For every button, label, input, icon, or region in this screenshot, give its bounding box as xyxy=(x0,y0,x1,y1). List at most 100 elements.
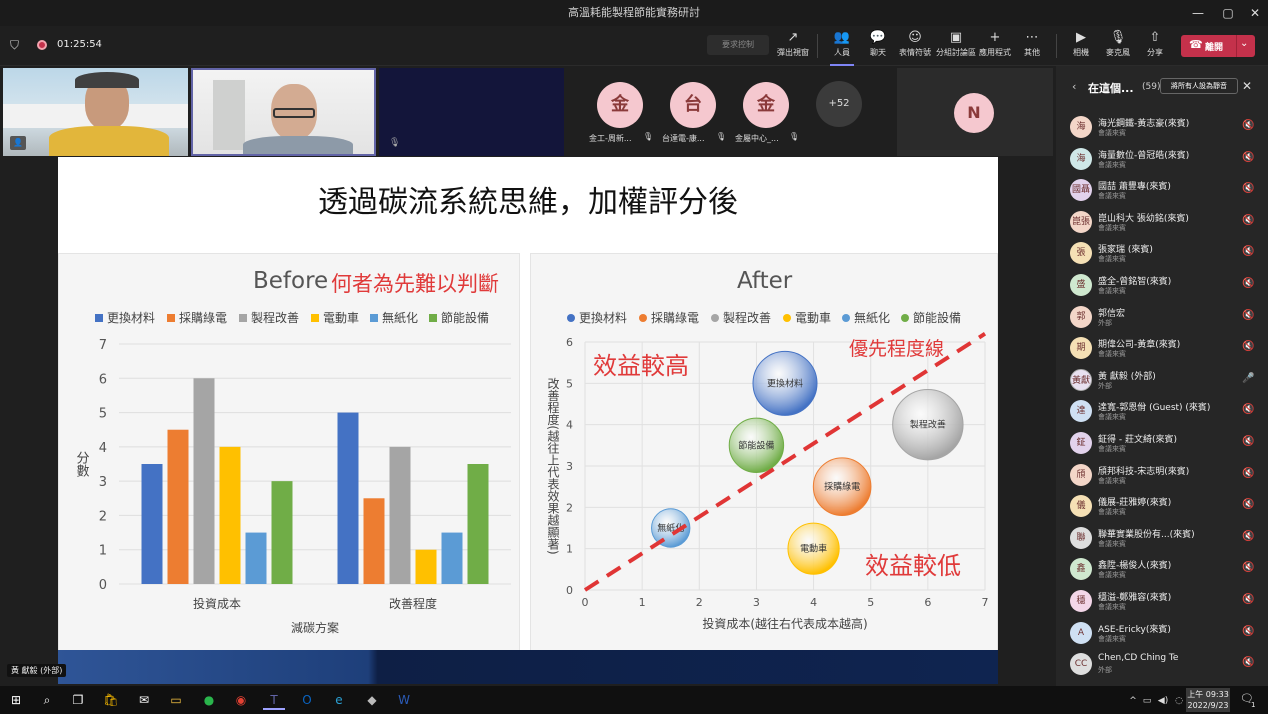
after-chart-panel: After 0 1 2 3 4 5 6 0 1 2 3 4 5 6 7 更換材料 採購綠電 製程改善 電動車 無紙化節… xyxy=(530,253,998,653)
x-axis-label: 減碳方案 xyxy=(291,620,339,635)
camera-button[interactable]: ▶ 相機 xyxy=(1061,29,1101,63)
mic-off-icon[interactable]: 🔇 xyxy=(1242,341,1254,352)
close-window-button[interactable]: ✕ xyxy=(1240,0,1268,26)
participant-row[interactable]: A ASE-Ericky(來賓) 會議來賓 🔇 xyxy=(1056,618,1268,650)
mic-off-icon[interactable]: 🔇 xyxy=(1242,594,1254,605)
store-icon[interactable]: 🛍 xyxy=(100,690,122,710)
mic-off-icon[interactable]: 🔇 xyxy=(1242,531,1254,542)
window-title-bar: 高溫耗能製程節能實務研討 — ▢ ✕ xyxy=(0,0,1268,26)
maximize-button[interactable]: ▢ xyxy=(1213,0,1243,26)
minimize-button[interactable]: — xyxy=(1183,0,1213,26)
bubble-label: 電動車 xyxy=(800,543,827,555)
participant-role: 會議來賓 xyxy=(1098,539,1126,548)
windows-taskbar: ⊞ ⌕ ❐ 🛍 ✉ ▭ ● ◉ T O e ◆ W ^ ▭ ◀) ◌ 上午 09… xyxy=(0,686,1268,714)
mic-off-icon: 🎙 xyxy=(716,132,727,141)
legend-label: 更換材料 xyxy=(107,311,155,325)
edge-icon[interactable]: e xyxy=(328,690,350,710)
more-participants-button[interactable]: +52 xyxy=(816,81,862,127)
participant-avatar: 郭 xyxy=(1070,305,1092,328)
participant-row[interactable]: 鑫鑫陞-楊俊人(來賓) 會議來賓 🔇 xyxy=(1056,554,1268,586)
line-app-icon[interactable]: ● xyxy=(198,690,220,710)
people-button[interactable]: 👥 人員 xyxy=(822,29,862,66)
mic-off-icon[interactable]: 🔇 xyxy=(1242,310,1254,321)
apps-button[interactable]: + 應用程式 xyxy=(975,29,1015,63)
participant-row[interactable]: 期期偉公司-黃章(來賓) 會議來賓 🔇 xyxy=(1056,333,1268,365)
participant-row[interactable]: 達達寬-郭恩佾 (Guest) (來賓) 會議來賓 🔇 xyxy=(1056,396,1268,428)
participant-row[interactable]: 郭郭信宏 外部 🔇 xyxy=(1056,302,1268,334)
breakout-rooms-button[interactable]: ▣ 分組討論區 xyxy=(935,29,977,63)
mic-off-icon[interactable]: 🔇 xyxy=(1242,120,1254,131)
task-view-icon[interactable]: ❐ xyxy=(67,690,89,710)
mic-off-icon[interactable]: 🔇 xyxy=(1242,499,1254,510)
participant-avatar: 張 xyxy=(1070,242,1092,265)
mic-off-icon[interactable]: 🔇 xyxy=(1242,436,1254,447)
participant-row[interactable]: 張張家瑞 (來賓) 會議來賓 🔇 xyxy=(1056,238,1268,270)
participant-avatar[interactable]: 台 xyxy=(670,82,716,128)
mic-off-icon: 🎙 xyxy=(789,132,800,141)
mic-off-icon[interactable]: 🔇 xyxy=(1242,278,1254,289)
mute-all-button[interactable]: 將所有人設為靜音 xyxy=(1160,78,1238,94)
mail-icon[interactable]: ✉ xyxy=(133,690,155,710)
legend-label: 電動車 xyxy=(323,311,359,325)
y-tick-label: 7 xyxy=(99,338,107,353)
word-icon[interactable]: W xyxy=(393,690,415,710)
y-tick-label: 1 xyxy=(99,544,107,559)
person-body xyxy=(243,136,353,154)
participant-tile[interactable]: N xyxy=(897,68,1053,156)
share-button[interactable]: ⇧ 分享 xyxy=(1135,29,1175,63)
mic-off-icon[interactable]: 🔇 xyxy=(1242,183,1254,194)
y-tick-label: 2 xyxy=(99,509,107,524)
mic-off-icon[interactable]: 🔇 xyxy=(1242,626,1254,637)
search-icon[interactable]: ⌕ xyxy=(36,690,58,710)
app-icon[interactable]: ◆ xyxy=(361,690,383,710)
x-tick-label: 2 xyxy=(696,596,703,609)
windows-start-icon[interactable]: ⊞ xyxy=(5,690,27,710)
participant-avatar[interactable]: 金 xyxy=(743,82,789,128)
leave-button[interactable]: ☎ 離開 ⌄ xyxy=(1181,35,1255,57)
mic-on-icon[interactable]: 🎤 xyxy=(1242,373,1254,384)
teams-icon[interactable]: T xyxy=(263,690,285,710)
y-tick-label: 3 xyxy=(566,460,573,473)
mic-off-icon[interactable]: 🔇 xyxy=(1242,246,1254,257)
mic-off-icon[interactable]: 🔇 xyxy=(1242,468,1254,479)
participant-row[interactable]: 鉦鉦得 - 莊文綺(來賓) 會議來賓 🔇 xyxy=(1056,428,1268,460)
clock[interactable]: 上午 09:33 2022/9/23 xyxy=(1186,688,1230,712)
close-panel-icon[interactable]: ✕ xyxy=(1242,79,1252,93)
chat-button[interactable]: 💬 聊天 xyxy=(858,29,898,63)
y-tick-label: 3 xyxy=(99,475,107,490)
participant-row[interactable]: 國聶 國喆 蕭豐專(來賓) 會議來賓 🔇 xyxy=(1056,175,1268,207)
participant-row[interactable]: 穩穩溢-鄭雅容(來賓) 會議來賓 🔇 xyxy=(1056,586,1268,618)
participant-row[interactable]: 崑張 崑山科大 張幼銘(來賓) 會議來賓 🔇 xyxy=(1056,207,1268,239)
y-tick-label: 6 xyxy=(566,336,573,349)
mic-off-icon[interactable]: 🔇 xyxy=(1242,152,1254,163)
participant-avatar[interactable]: 金 xyxy=(597,82,643,128)
video-tile-active-speaker[interactable] xyxy=(191,68,376,156)
chrome-icon[interactable]: ◉ xyxy=(230,690,252,710)
file-explorer-icon[interactable]: ▭ xyxy=(165,690,187,710)
participant-row[interactable]: 黃獻黃 獻毅 (外部) 外部 🎤 xyxy=(1056,365,1268,397)
participant-row[interactable]: 頎頎邦科技-宋志明(來賓) 會議來賓 🔇 xyxy=(1056,460,1268,492)
legend-label: 節能設備 xyxy=(913,310,961,325)
mic-off-icon[interactable]: 🔇 xyxy=(1242,404,1254,415)
breakout-icon: ▣ xyxy=(949,30,963,45)
mic-off-icon[interactable]: 🔇 xyxy=(1242,562,1254,573)
participant-row[interactable]: 聯聯華實業股份有...(來賓) 會議來賓 🔇 xyxy=(1056,523,1268,555)
legend-label: 採購綠電 xyxy=(179,311,227,325)
participant-row[interactable]: CC Chen,CD Ching Te 外部 🔇 xyxy=(1056,649,1268,681)
participant-row[interactable]: 儀儀展-莊雅婷(來賓) 會議來賓 🔇 xyxy=(1056,491,1268,523)
outlook-icon[interactable]: O xyxy=(296,690,318,710)
screen-share-tile[interactable]: 🎙 xyxy=(379,68,564,156)
mic-off-icon[interactable]: 🔇 xyxy=(1242,215,1254,226)
chevron-down-icon[interactable]: ⌄ xyxy=(1240,38,1248,49)
popout-button[interactable]: ↗ 彈出視窗 xyxy=(773,29,813,63)
reactions-button[interactable]: ☺ 表情符號 xyxy=(895,29,935,63)
request-control-button[interactable]: 要求控制 xyxy=(707,35,769,55)
video-tile[interactable]: 👤 xyxy=(3,68,188,156)
mic-off-icon[interactable]: 🔇 xyxy=(1242,657,1254,668)
participant-row[interactable]: 海海量數位-曾冠皓(來賓) 會議來賓 🔇 xyxy=(1056,144,1268,176)
mic-button[interactable]: 🎙 麥克風 xyxy=(1098,29,1138,63)
more-button[interactable]: ⋯ 其他 xyxy=(1012,29,1052,63)
participant-row[interactable]: 盛盛全-曾銘智(來賓) 會議來賓 🔇 xyxy=(1056,270,1268,302)
participant-row[interactable]: 海海光鋼鐵-黃志豪(來賓) 會議來賓 🔇 xyxy=(1056,112,1268,144)
back-chevron-icon[interactable]: ‹ xyxy=(1072,80,1076,93)
